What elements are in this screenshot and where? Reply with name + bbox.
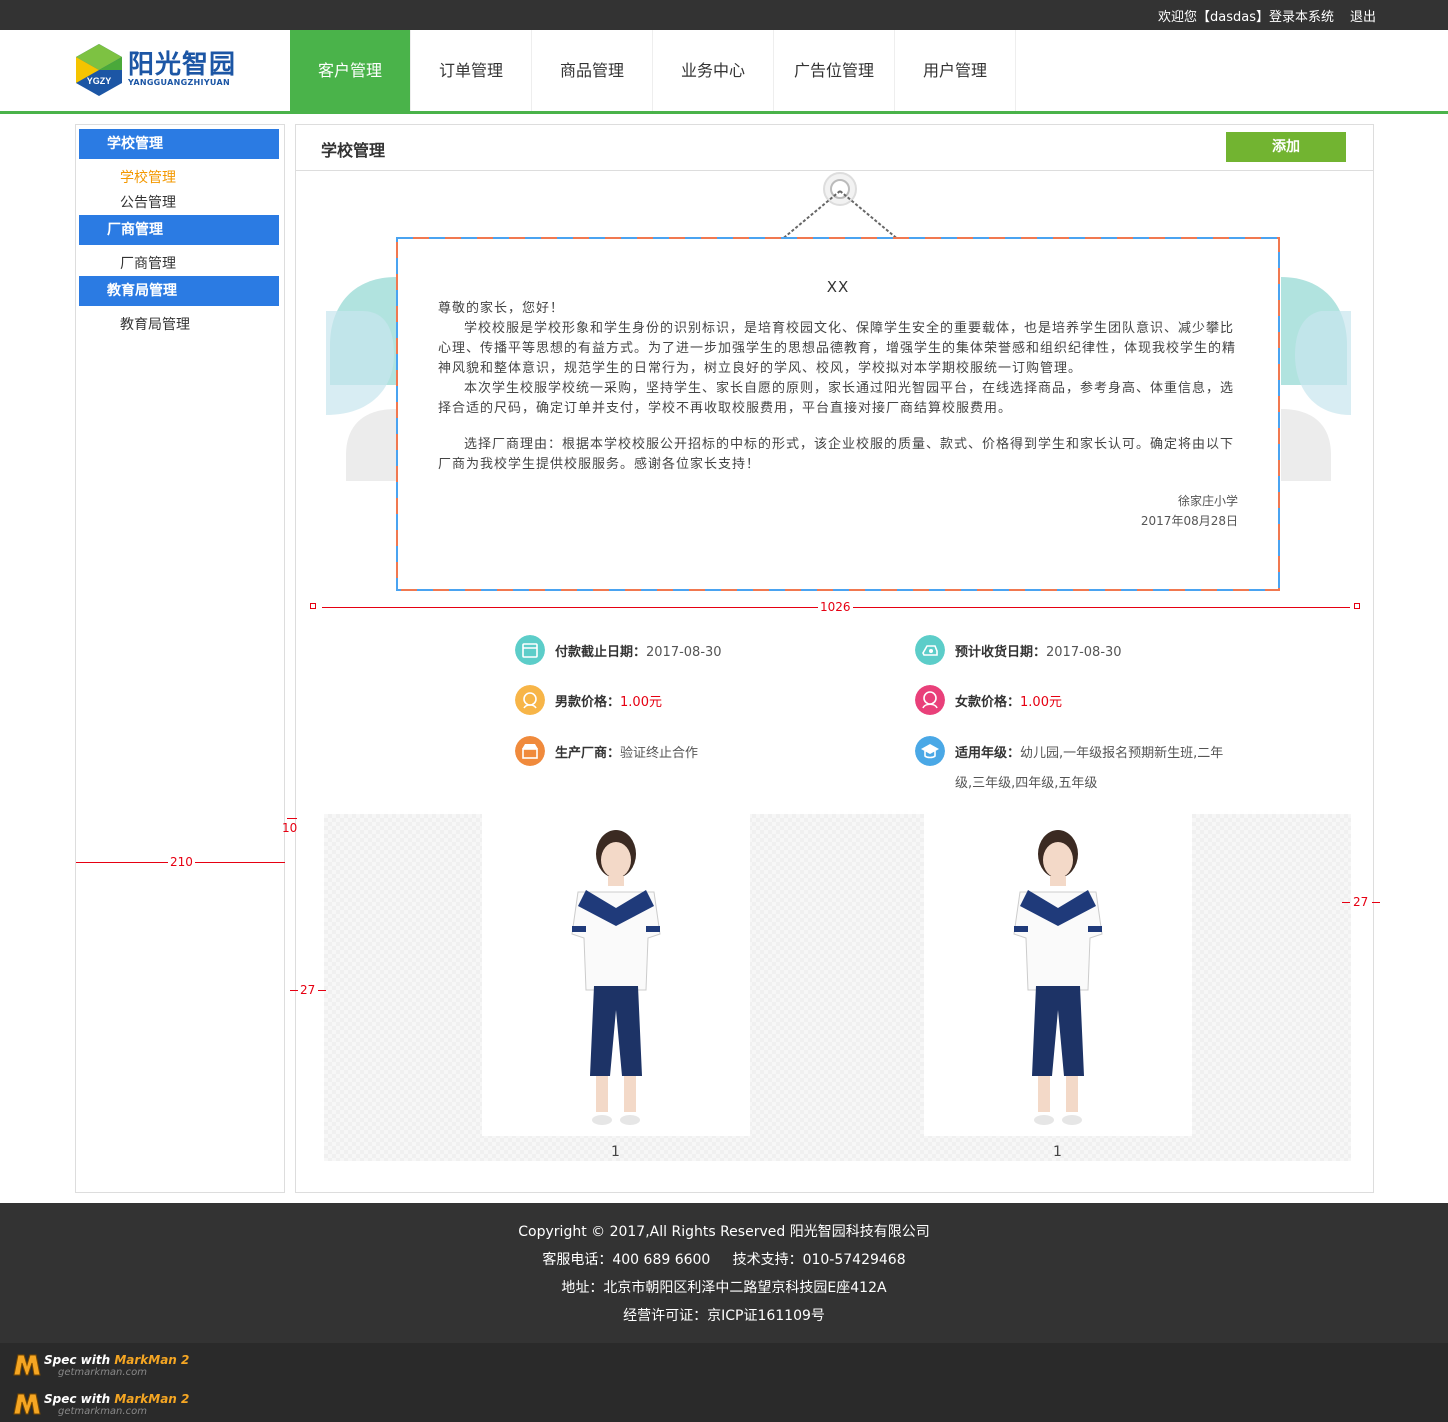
- main-nav: 客户管理 订单管理 商品管理 业务中心 广告位管理 用户管理: [290, 30, 1016, 111]
- footer-copyright: Copyright © 2017,All Rights Reserved 阳光智…: [518, 1224, 930, 1240]
- grades-value-line1: 幼儿园,一年级报名预期新生班,二年: [1020, 746, 1224, 761]
- male-price-label: 男款价格：: [555, 695, 621, 710]
- female-price-label: 女款价格：: [955, 695, 1021, 710]
- letter-paragraph-3: 选择厂商理由：根据本学校校服公开招标的中标的形式，该企业校服的质量、款式、价格得…: [438, 437, 1235, 472]
- markman-url: getmarkman.com: [58, 1367, 147, 1378]
- welcome-text: 欢迎您【dasdas】登录本系统: [1158, 10, 1334, 25]
- letter-date: 2017年08月28日: [1140, 514, 1238, 528]
- main-panel: 学校管理 添加 XX 尊敬的家长，您好！ 学校校服是学校形象和学生身份的识别标识…: [295, 124, 1374, 1193]
- main-header: 学校管理 添加: [296, 125, 1373, 171]
- uniform-caption: 1: [611, 1144, 620, 1160]
- footer-license: 经营许可证：京ICP证161109号: [623, 1308, 825, 1324]
- uniform-image: [571, 830, 661, 1125]
- letter-signer: 徐家庄小学: [1177, 494, 1238, 508]
- markman-bar: Spec with MarkMan 2 getmarkman.com Spec …: [0, 1343, 1448, 1422]
- male-icon: [515, 685, 545, 715]
- uniform-image: [1013, 830, 1103, 1125]
- top-bar: 欢迎您【dasdas】登录本系统 退出: [0, 0, 1448, 30]
- sidebar-item-education[interactable]: 教育局管理: [120, 314, 190, 334]
- markman-prefix: Spec with: [44, 1353, 115, 1367]
- markman-url: getmarkman.com: [58, 1406, 147, 1417]
- pay-deadline-value: 2017-08-30: [646, 645, 722, 660]
- markman-logo-icon: [13, 1393, 41, 1415]
- letter-signature: 徐家庄小学 2017年08月28日: [438, 491, 1238, 531]
- logo-subtitle: YANGGUANGZHIYUAN: [128, 78, 230, 87]
- sidebar-group-school[interactable]: 学校管理: [79, 129, 279, 159]
- header: YGZY 阳光智园 YANGGUANGZHIYUAN 客户管理 订单管理 商品管…: [0, 30, 1448, 114]
- sidebar-group-vendor[interactable]: 厂商管理: [79, 215, 279, 245]
- footer: Copyright © 2017,All Rights Reserved 阳光智…: [0, 1203, 1448, 1343]
- calendar-icon: [515, 635, 545, 665]
- nav-user-management[interactable]: 用户管理: [895, 30, 1016, 111]
- markman-prefix: Spec with: [44, 1392, 115, 1406]
- nav-order-management[interactable]: 订单管理: [411, 30, 532, 111]
- footer-address: 地址：北京市朝阳区利泽中二路望京科技园E座412A: [561, 1280, 887, 1296]
- measure-line-10: [287, 818, 297, 819]
- sidebar-item-notice[interactable]: 公告管理: [120, 192, 176, 212]
- letter-body: XX 尊敬的家长，您好！ 学校校服是学校形象和学生身份的识别标识，是培育校园文化…: [438, 277, 1238, 531]
- footer-phones: 客服电话：400 689 6600 技术支持：010-57429468: [542, 1252, 906, 1268]
- measure-27-left: 27: [300, 983, 316, 997]
- measure-210: 210: [168, 855, 195, 869]
- logout-link[interactable]: 退出: [1350, 6, 1376, 25]
- manufacturer-label: 生产厂商：: [555, 746, 621, 761]
- letter-paragraph-1: 学校校服是学校形象和学生身份的识别标识，是培育校园文化、保障学生安全的重要载体，…: [438, 321, 1237, 376]
- measure-27-right: 27: [1353, 895, 1369, 909]
- logo[interactable]: YGZY 阳光智园 YANGGUANGZHIYUAN: [74, 42, 254, 100]
- nav-product-management[interactable]: 商品管理: [532, 30, 653, 111]
- grades-label: 适用年级：: [955, 746, 1021, 761]
- notice-letter: XX 尊敬的家长，您好！ 学校校服是学校形象和学生身份的识别标识，是培育校园文化…: [396, 237, 1280, 591]
- markman-badge: Spec with MarkMan 2 getmarkman.com: [12, 1351, 202, 1381]
- measure-handle: [1354, 603, 1360, 609]
- pay-deadline-label: 付款截止日期：: [555, 645, 647, 660]
- uniform-gallery: 1 1: [324, 814, 1351, 1161]
- logo-name: 阳光智园: [128, 50, 237, 80]
- add-button[interactable]: 添加: [1226, 132, 1346, 162]
- receive-date-label: 预计收货日期：: [955, 645, 1047, 660]
- female-icon: [915, 685, 945, 715]
- left-decoration: [326, 277, 396, 481]
- graduation-cap-icon: [915, 736, 945, 766]
- measure-10: 10: [282, 821, 298, 835]
- sidebar-item-vendor[interactable]: 厂商管理: [120, 253, 176, 273]
- markman-brand: MarkMan 2: [114, 1353, 190, 1367]
- markman-brand: MarkMan 2: [114, 1392, 190, 1406]
- markman-logo-icon: [13, 1354, 41, 1376]
- letter-title: XX: [826, 278, 850, 296]
- logo-hex-icon: YGZY: [76, 44, 122, 96]
- receive-date-value: 2017-08-30: [1046, 645, 1122, 660]
- measure-line-27-left: [290, 990, 298, 991]
- measure-line-27-right: [1372, 902, 1380, 903]
- male-price-value: 1.00元: [620, 695, 662, 710]
- right-decoration: [1281, 277, 1351, 481]
- page-title: 学校管理: [321, 141, 386, 160]
- nav-ad-management[interactable]: 广告位管理: [774, 30, 895, 111]
- manufacturer-value: 验证终止合作: [620, 746, 699, 761]
- sidebar-group-education[interactable]: 教育局管理: [79, 276, 279, 306]
- measure-handle: [310, 603, 316, 609]
- nav-customer-management[interactable]: 客户管理: [290, 30, 411, 111]
- nav-business-center[interactable]: 业务中心: [653, 30, 774, 111]
- measure-line-27-left: [318, 990, 326, 991]
- letter-paragraph-2: 本次学生校服学校统一采购，坚持学生、家长自愿的原则，家长通过阳光智园平台，在线选…: [438, 381, 1235, 416]
- measure-line-27-right: [1342, 902, 1350, 903]
- sidebar: 学校管理 学校管理 公告管理 厂商管理 厂商管理 教育局管理 教育局管理: [75, 124, 285, 1193]
- sidebar-item-school[interactable]: 学校管理: [120, 167, 176, 187]
- store-icon: [515, 736, 545, 766]
- female-price-value: 1.00元: [1020, 695, 1062, 710]
- letter-greeting: 尊敬的家长，您好！: [438, 301, 565, 316]
- uniform-caption: 1: [1053, 1144, 1062, 1160]
- logo-abbr: YGZY: [87, 76, 112, 86]
- measure-1026: 1026: [818, 600, 853, 614]
- markman-badge: Spec with MarkMan 2 getmarkman.com: [12, 1390, 202, 1420]
- grades-value-line2: 级,三年级,四年级,五年级: [955, 776, 1098, 791]
- uniform-photo[interactable]: [924, 814, 1192, 1136]
- uniform-photo[interactable]: [482, 814, 750, 1136]
- delivery-icon: [915, 635, 945, 665]
